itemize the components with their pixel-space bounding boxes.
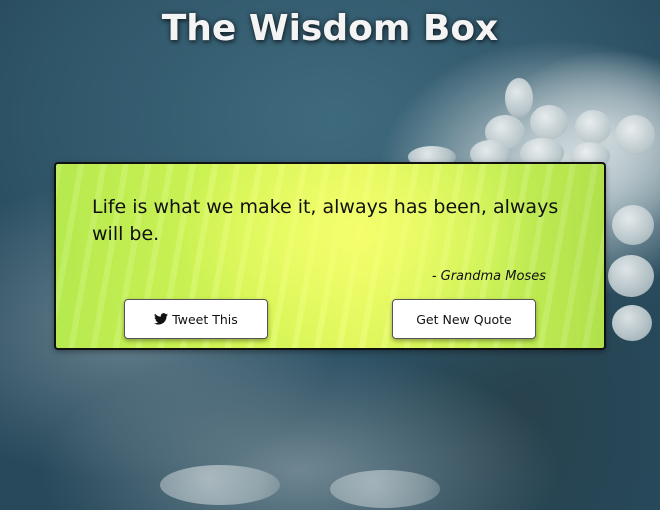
background-flower — [575, 110, 611, 144]
quote-text: Life is what we make it, always has been… — [92, 196, 559, 245]
background-flower — [612, 205, 654, 245]
tweet-this-label: Tweet This — [172, 311, 238, 327]
tweet-this-button[interactable]: Tweet This — [124, 299, 268, 339]
quote-author: - Grandma Moses — [431, 269, 546, 284]
background-flower — [505, 78, 533, 118]
twitter-icon — [154, 313, 169, 325]
background-flower — [330, 470, 440, 508]
background-flower — [615, 115, 655, 155]
quote-box: Life is what we make it, always has been… — [54, 162, 606, 350]
background-flower — [530, 105, 568, 139]
page-title: The Wisdom Box — [161, 8, 499, 49]
background-flower — [160, 465, 280, 505]
background-flower — [612, 305, 652, 341]
get-new-quote-label: Get New Quote — [416, 311, 512, 327]
get-new-quote-button[interactable]: Get New Quote — [392, 299, 536, 339]
background-flower — [608, 255, 654, 297]
